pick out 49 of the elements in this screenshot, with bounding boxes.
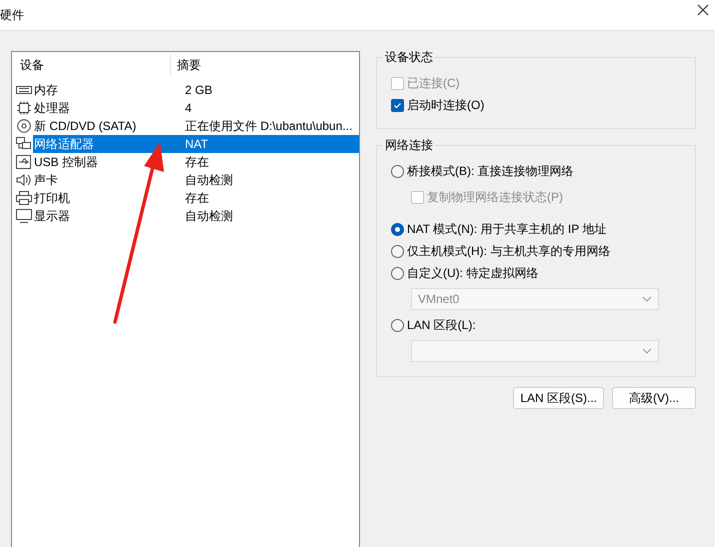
device-name[interactable]: USB 控制器 bbox=[33, 153, 173, 171]
monitor-icon bbox=[16, 209, 32, 223]
radio-button[interactable] bbox=[391, 318, 404, 332]
check-icon bbox=[393, 100, 402, 110]
device-name[interactable]: 新 CD/DVD (SATA) bbox=[33, 117, 173, 135]
radio-label: NAT 模式(N): 用于共享主机的 IP 地址 bbox=[407, 220, 606, 238]
group-title: 网络连接 bbox=[383, 137, 435, 154]
speaker-icon bbox=[16, 173, 32, 187]
device-name[interactable]: 显示器 bbox=[33, 207, 173, 225]
dialog-button[interactable]: LAN 区段(S)... bbox=[513, 387, 604, 409]
disc-icon bbox=[16, 119, 32, 133]
device-name[interactable]: 内存 bbox=[33, 81, 173, 99]
device-summary: 自动检测 bbox=[184, 172, 234, 189]
network-icon bbox=[16, 137, 32, 151]
radio-label: 仅主机模式(H): 与主机共享的专用网络 bbox=[407, 242, 610, 260]
device-summary: 自动检测 bbox=[184, 208, 234, 225]
radio-button[interactable] bbox=[391, 164, 404, 178]
group-title: 设备状态 bbox=[383, 49, 435, 66]
close-icon[interactable] bbox=[697, 4, 709, 16]
chevron-icon bbox=[642, 296, 652, 302]
device-summary: 正在使用文件 D:\ubantu\ubun... bbox=[184, 118, 354, 135]
device-name[interactable]: 声卡 bbox=[33, 171, 173, 189]
chevron-icon bbox=[642, 348, 652, 354]
chip-icon bbox=[16, 101, 32, 115]
radio-button[interactable] bbox=[391, 266, 404, 280]
device-summary: NAT bbox=[173, 135, 359, 153]
device-summary: 存在 bbox=[184, 154, 210, 171]
printer-icon bbox=[16, 191, 32, 205]
checkbox-label: 已连接(C) bbox=[407, 74, 460, 92]
checkbox-label: 复制物理网络连接状态(P) bbox=[427, 188, 563, 206]
memory-icon bbox=[16, 83, 32, 97]
window-title: 硬件 bbox=[0, 6, 24, 24]
radio-label: 桥接模式(B): 直接连接物理网络 bbox=[407, 162, 574, 180]
device-name[interactable]: 处理器 bbox=[33, 99, 173, 117]
checkbox[interactable] bbox=[391, 98, 404, 112]
device-summary: 存在 bbox=[184, 190, 210, 207]
dialog-button[interactable]: 高级(V)... bbox=[612, 387, 696, 409]
checkbox-label: 启动时连接(O) bbox=[407, 96, 484, 114]
column-header[interactable]: 设备 bbox=[16, 54, 171, 76]
radio-button[interactable] bbox=[391, 222, 404, 236]
radio-label: 自定义(U): 特定虚拟网络 bbox=[407, 264, 538, 282]
radio-button[interactable] bbox=[391, 244, 404, 258]
radio-label: LAN 区段(L): bbox=[407, 316, 476, 334]
device-name[interactable]: 网络适配器 bbox=[33, 135, 173, 153]
column-header[interactable]: 摘要 bbox=[171, 54, 201, 76]
device-summary: 2 GB bbox=[184, 82, 214, 99]
device-summary: 4 bbox=[184, 100, 193, 117]
device-name[interactable]: 打印机 bbox=[33, 189, 173, 207]
usb-icon bbox=[16, 155, 32, 169]
